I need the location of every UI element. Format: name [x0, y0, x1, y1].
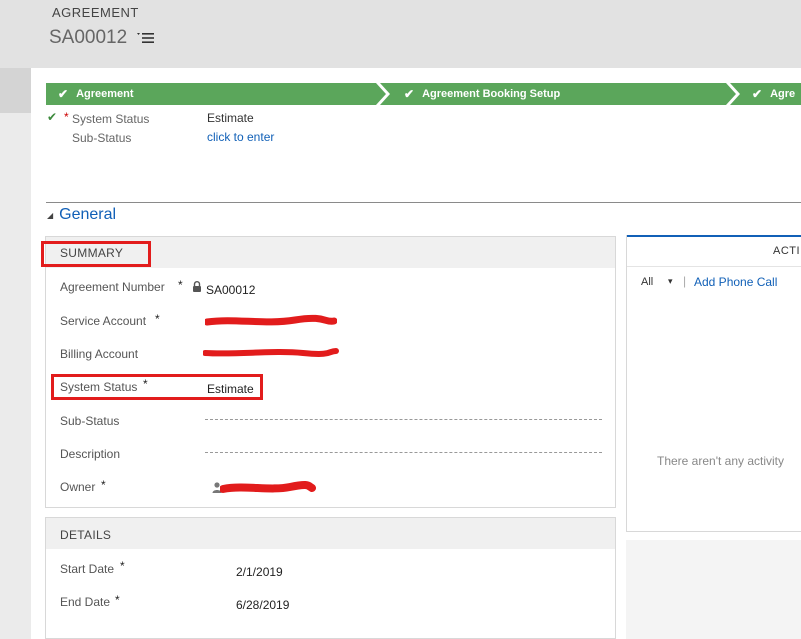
- redacted-service-account[interactable]: [205, 313, 337, 329]
- activities-empty-message: There aren't any activity: [657, 454, 785, 468]
- description-field[interactable]: [205, 452, 602, 453]
- details-title: DETAILS: [60, 528, 112, 542]
- sub-status-field[interactable]: [205, 419, 602, 420]
- owner-label: Owner: [60, 480, 96, 494]
- service-account-label: Service Account: [60, 314, 147, 328]
- bpf-system-status-value[interactable]: Estimate: [207, 111, 254, 125]
- redacted-owner[interactable]: [220, 478, 316, 496]
- activities-header-divider: [627, 266, 801, 267]
- toolbar-separator: |: [683, 274, 687, 288]
- bpf-stage-label: Agre: [770, 88, 796, 100]
- annotation-box-summary: [41, 241, 151, 267]
- agreement-number-value: SA00012: [206, 283, 256, 297]
- chevron-down-icon[interactable]: ▾: [668, 276, 673, 287]
- record-header: AGREEMENT SA00012: [0, 0, 801, 68]
- required-marker: *: [64, 110, 69, 124]
- annotation-box-system-status: [51, 374, 263, 400]
- end-date-value[interactable]: 6/28/2019: [236, 598, 289, 612]
- agreement-number-label: Agreement Number: [60, 280, 165, 294]
- section-general-title: General: [59, 206, 117, 223]
- required-marker: *: [178, 278, 183, 292]
- bpf-system-status-label: System Status: [72, 112, 150, 126]
- summary-panel: [45, 236, 616, 508]
- required-marker: *: [115, 593, 120, 607]
- required-marker: *: [155, 312, 160, 326]
- check-icon: ✔: [752, 87, 763, 101]
- lock-icon: [193, 281, 201, 292]
- add-phone-call-button[interactable]: Add Phone Call: [694, 275, 777, 289]
- activities-lower-area: [626, 540, 801, 639]
- activities-panel: ACTI All ▾ | Add Phone Call There aren't…: [626, 235, 801, 532]
- activities-filter[interactable]: All: [641, 276, 653, 288]
- completed-check-icon: ✔: [47, 110, 58, 124]
- bpf-stage-label: Agreement Booking Setup: [422, 88, 561, 100]
- activities-accent-bar: [627, 235, 801, 237]
- description-label: Description: [60, 447, 121, 461]
- check-icon: ✔: [404, 87, 415, 101]
- sub-status-label: Sub-Status: [60, 414, 120, 428]
- start-date-value[interactable]: 2/1/2019: [236, 565, 283, 579]
- billing-account-label: Billing Account: [60, 347, 139, 361]
- end-date-label: End Date: [60, 595, 111, 609]
- collapse-triangle-icon: ◢: [47, 210, 54, 220]
- details-panel-header: [46, 518, 615, 549]
- details-panel: [45, 517, 616, 639]
- record-name: SA00012: [49, 27, 128, 48]
- bpf-sub-status-field[interactable]: click to enter: [207, 130, 274, 144]
- activities-title: ACTI: [773, 245, 801, 257]
- form-selector-icon[interactable]: [137, 32, 155, 44]
- check-icon: ✔: [58, 87, 69, 101]
- required-marker: *: [120, 559, 125, 573]
- section-general-toggle[interactable]: ◢ General: [47, 206, 116, 224]
- section-divider: [46, 202, 801, 203]
- bpf-stage-agreement[interactable]: ✔ Agreement: [46, 84, 376, 104]
- left-gutter: [0, 68, 31, 113]
- bpf-stage-next[interactable]: ✔ Agre: [740, 84, 801, 104]
- entity-label: AGREEMENT: [52, 5, 139, 20]
- start-date-label: Start Date: [60, 562, 115, 576]
- bpf-stage-label: Agreement: [76, 88, 134, 100]
- bpf-sub-status-label: Sub-Status: [72, 131, 132, 145]
- required-marker: *: [101, 478, 106, 492]
- redacted-billing-account[interactable]: [203, 345, 339, 360]
- bpf-stage-booking-setup[interactable]: ✔ Agreement Booking Setup: [392, 84, 722, 104]
